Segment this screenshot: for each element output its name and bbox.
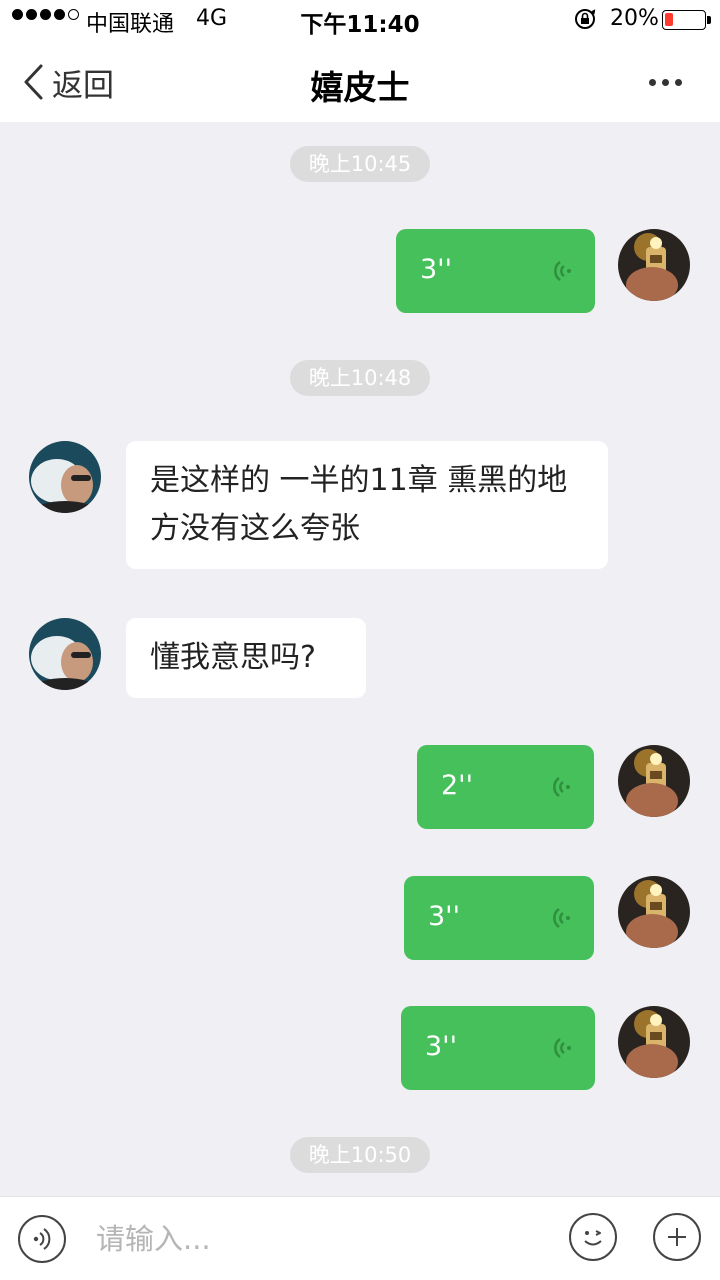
text-message-bubble[interactable]: 懂我意思吗? [126,618,366,698]
voice-duration: 3'' [425,1031,458,1062]
back-label: 返回 [52,67,114,104]
status-bar: 中国联通 4G 下午11:40 20% [0,0,720,40]
voice-message-bubble[interactable]: 3'' [404,876,594,960]
smiley-icon [584,1230,602,1246]
message-text-line: 方没有这么夸张 [150,511,360,546]
voice-wave-icon [553,907,570,929]
rotation-lock-icon [575,9,596,29]
emoji-button[interactable] [569,1213,617,1261]
my-avatar[interactable] [618,1006,690,1078]
chevron-left-icon [24,64,43,100]
voice-message-bubble[interactable]: 3'' [401,1006,595,1090]
battery-icon [662,10,711,30]
voice-message-bubble[interactable]: 2'' [417,745,594,829]
more-dot-icon [661,78,669,86]
message-input[interactable] [96,1217,536,1261]
more-actions-button[interactable] [653,1213,701,1261]
voice-wave-icon [554,260,571,282]
voice-icon [33,1228,51,1250]
voice-duration: 3'' [420,254,453,285]
navigation-bar: 返回 嬉皮士 [0,40,720,122]
message-timestamp: 晚上10:48 [290,360,430,396]
battery-percentage: 20% [610,6,659,31]
voice-wave-icon [554,1037,571,1059]
voice-duration: 3'' [428,901,461,932]
text-message-bubble[interactable]: 是这样的 一半的11章 熏黑的地 方没有这么夸张 [126,441,608,569]
plus-icon [668,1228,686,1246]
contact-avatar[interactable] [29,441,101,513]
more-dot-icon [674,78,682,86]
voice-wave-icon [553,776,570,798]
my-avatar[interactable] [618,229,690,301]
more-dot-icon [648,78,656,86]
back-button[interactable]: 返回 [22,60,114,104]
contact-avatar[interactable] [29,618,101,690]
voice-duration: 2'' [441,770,474,801]
my-avatar[interactable] [618,876,690,948]
more-options-button[interactable] [640,70,690,94]
message-timestamp: 晚上10:45 [290,146,430,182]
my-avatar[interactable] [618,745,690,817]
voice-message-bubble[interactable]: 3'' [396,229,595,313]
message-text-line: 懂我意思吗? [150,640,316,675]
chat-input-bar [0,1196,720,1280]
message-text-line: 是这样的 一半的11章 熏黑的地 [150,463,568,498]
message-timestamp: 晚上10:50 [290,1137,430,1173]
voice-input-button[interactable] [18,1215,66,1263]
